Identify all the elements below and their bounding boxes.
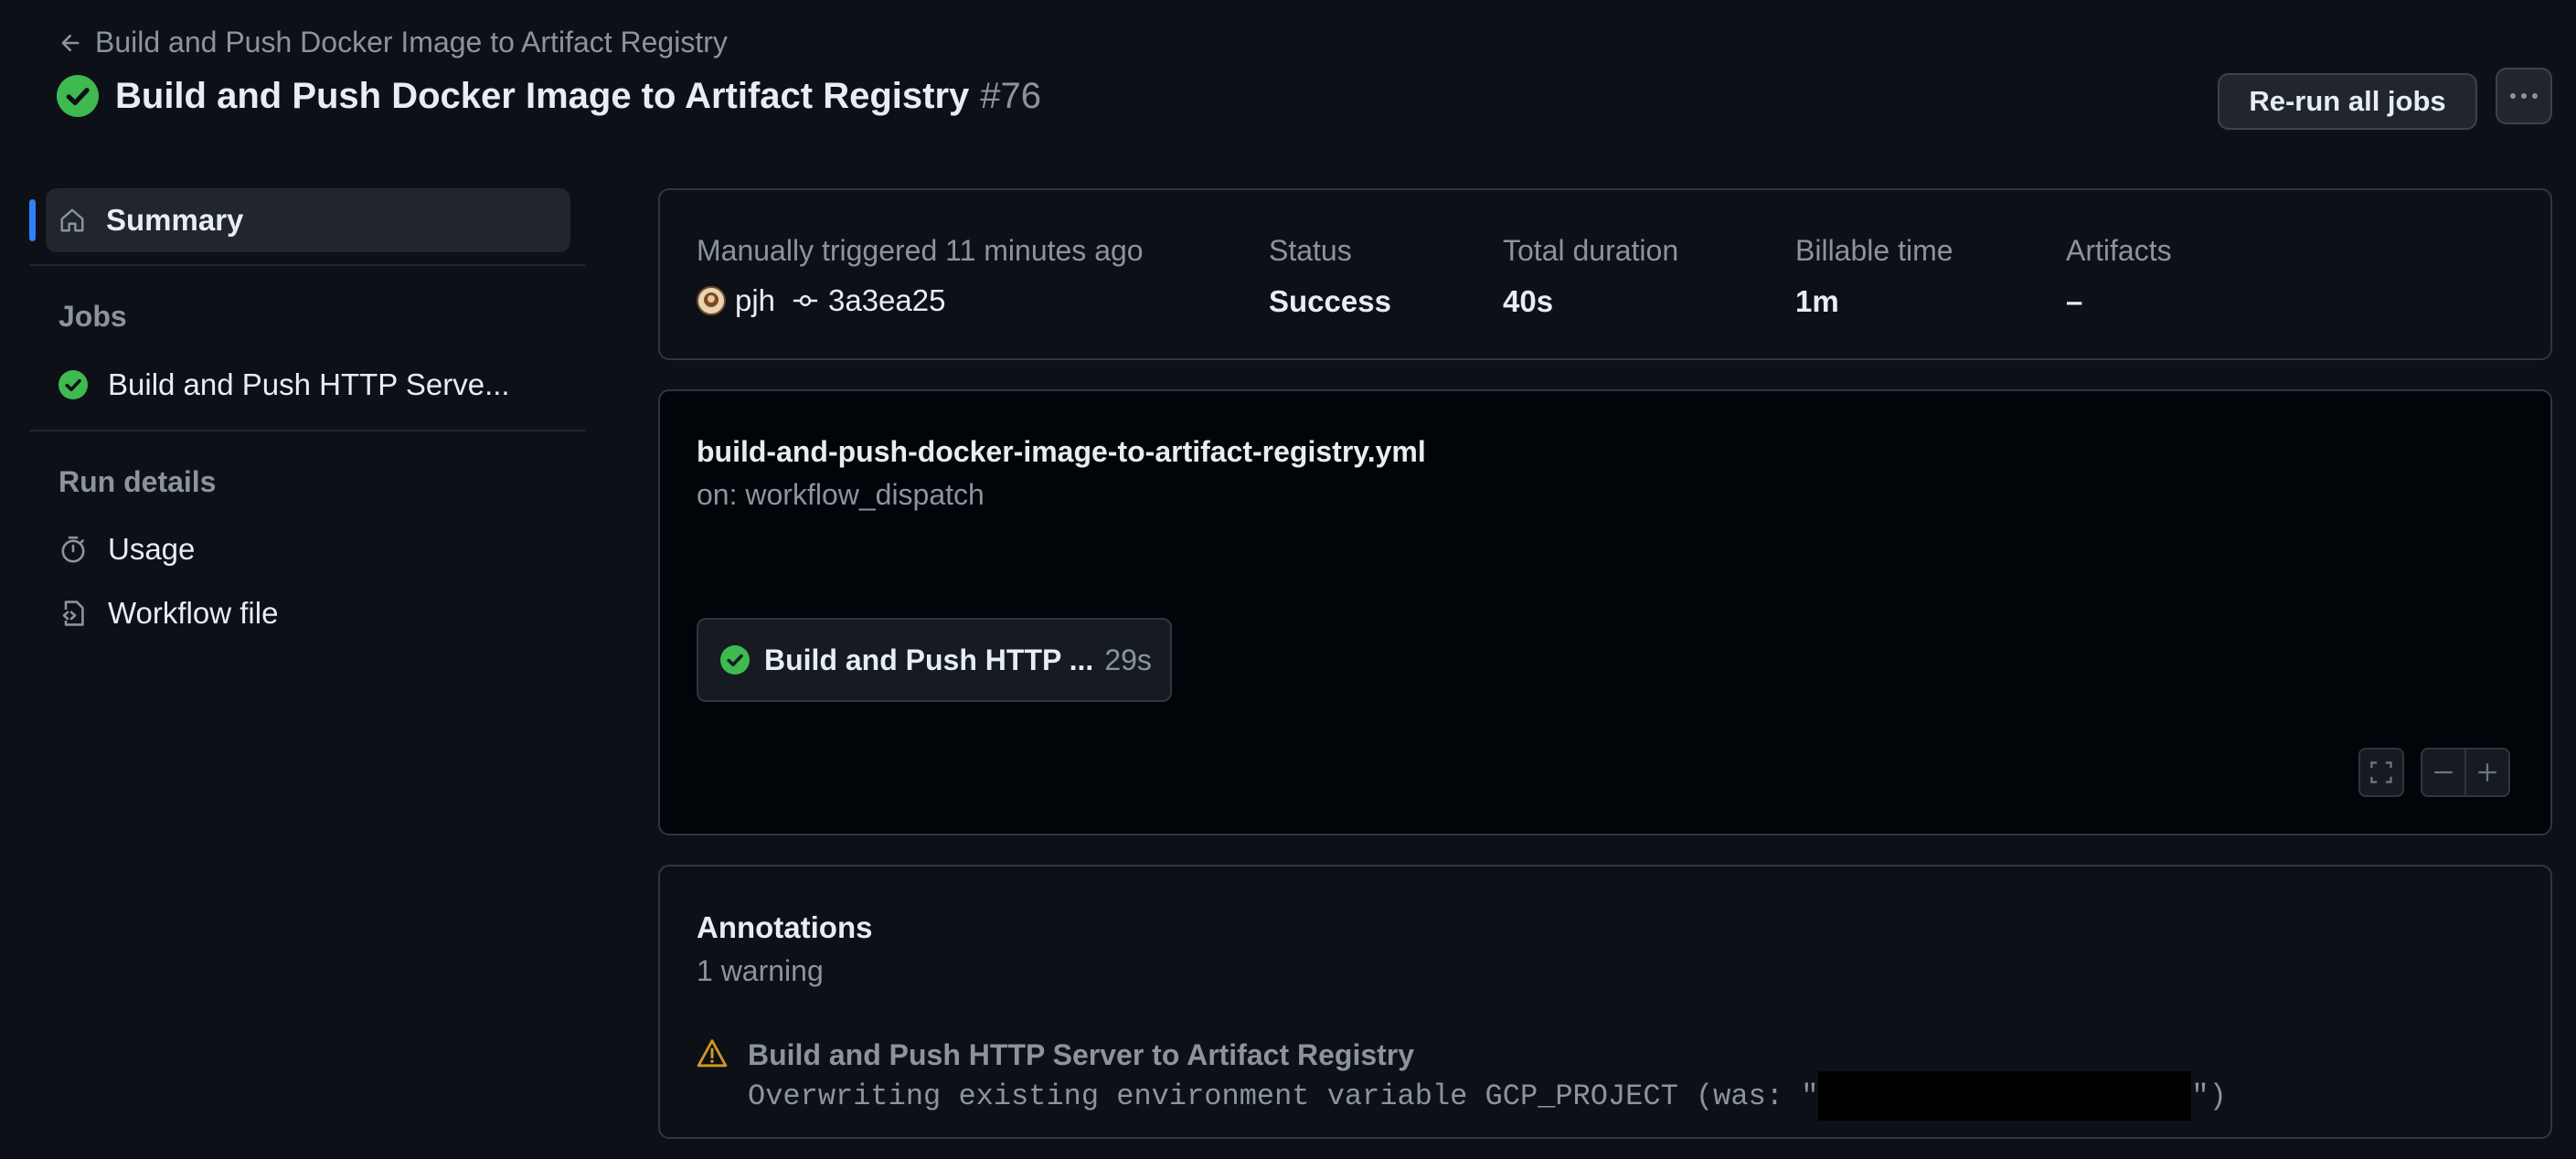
sidebar-item-job[interactable]: Build and Push HTTP Serve... — [59, 367, 510, 402]
sidebar-item-label: Summary — [106, 203, 244, 237]
annotation-message: Overwriting existing environment variabl… — [748, 1071, 2227, 1121]
more-options-button[interactable] — [2496, 68, 2552, 124]
workflow-file-name[interactable]: build-and-push-docker-image-to-artifact-… — [697, 435, 1426, 469]
page-title: Build and Push Docker Image to Artifact … — [115, 75, 970, 116]
sidebar-divider — [29, 264, 585, 266]
success-check-icon — [59, 370, 88, 399]
success-check-icon — [720, 645, 750, 675]
commit-sha: 3a3ea25 — [828, 283, 946, 317]
redacted-block — [1818, 1071, 2192, 1121]
plus-icon — [2475, 760, 2499, 784]
status-value: Success — [1269, 284, 1391, 318]
arrow-left-icon — [59, 31, 82, 55]
rerun-all-jobs-button[interactable]: Re-run all jobs — [2218, 73, 2477, 130]
fullscreen-button[interactable] — [2358, 748, 2404, 797]
sidebar-divider — [29, 430, 585, 431]
job-node-duration: 29s — [1104, 643, 1152, 676]
avatar — [697, 286, 726, 315]
trigger-text: Manually triggered 11 minutes ago — [697, 234, 1144, 267]
annotation-message-prefix: Overwriting existing environment variabl… — [748, 1079, 1819, 1113]
kebab-horizontal-icon — [2508, 91, 2539, 101]
artifacts-value: – — [2066, 284, 2083, 318]
annotations-count: 1 warning — [697, 954, 824, 987]
annotation-title[interactable]: Build and Push HTTP Server to Artifact R… — [748, 1038, 1414, 1072]
annotation-message-suffix: ") — [2191, 1079, 2227, 1113]
run-summary-panel — [658, 188, 2552, 360]
workflow-trigger: on: workflow_dispatch — [697, 478, 985, 511]
actor-name: pjh — [735, 283, 776, 317]
billable-time-value: 1m — [1795, 284, 1839, 318]
git-commit-icon — [792, 287, 819, 314]
run-details-heading: Run details — [59, 465, 217, 498]
success-check-icon — [57, 75, 99, 117]
minus-icon — [2432, 760, 2455, 784]
warning-icon — [697, 1038, 728, 1068]
actor-link[interactable]: pjh — [697, 283, 775, 318]
sidebar-item-workflow-file[interactable]: Workflow file — [59, 596, 278, 631]
billable-time-label: Billable time — [1795, 234, 1953, 267]
file-code-icon — [59, 599, 88, 628]
status-label: Status — [1269, 234, 1352, 267]
job-node[interactable]: Build and Push HTTP ... 29s — [697, 618, 1172, 702]
sidebar-item-label: Build and Push HTTP Serve... — [108, 367, 510, 401]
job-node-label: Build and Push HTTP ... — [764, 643, 1094, 676]
zoom-in-button[interactable] — [2464, 748, 2510, 797]
page-title-row: Build and Push Docker Image to Artifact … — [57, 75, 1041, 117]
sidebar-item-label: Usage — [108, 532, 196, 566]
active-indicator — [29, 199, 36, 241]
back-link-label: Build and Push Docker Image to Artifact … — [95, 26, 728, 58]
home-icon — [59, 207, 86, 234]
sidebar-item-usage[interactable]: Usage — [59, 532, 195, 567]
duration-label: Total duration — [1503, 234, 1679, 267]
jobs-heading: Jobs — [59, 300, 127, 333]
artifacts-label: Artifacts — [2066, 234, 2172, 267]
duration-value: 40s — [1503, 284, 1554, 318]
back-link[interactable]: Build and Push Docker Image to Artifact … — [59, 26, 728, 59]
sidebar-item-summary[interactable]: Summary — [46, 188, 570, 252]
annotations-heading: Annotations — [697, 910, 873, 944]
commit-link[interactable]: 3a3ea25 — [792, 283, 945, 318]
run-number: #76 — [980, 75, 1042, 116]
fullscreen-icon — [2369, 760, 2393, 784]
stopwatch-icon — [59, 535, 88, 564]
zoom-out-button[interactable] — [2421, 748, 2466, 797]
sidebar-item-label: Workflow file — [108, 596, 279, 630]
